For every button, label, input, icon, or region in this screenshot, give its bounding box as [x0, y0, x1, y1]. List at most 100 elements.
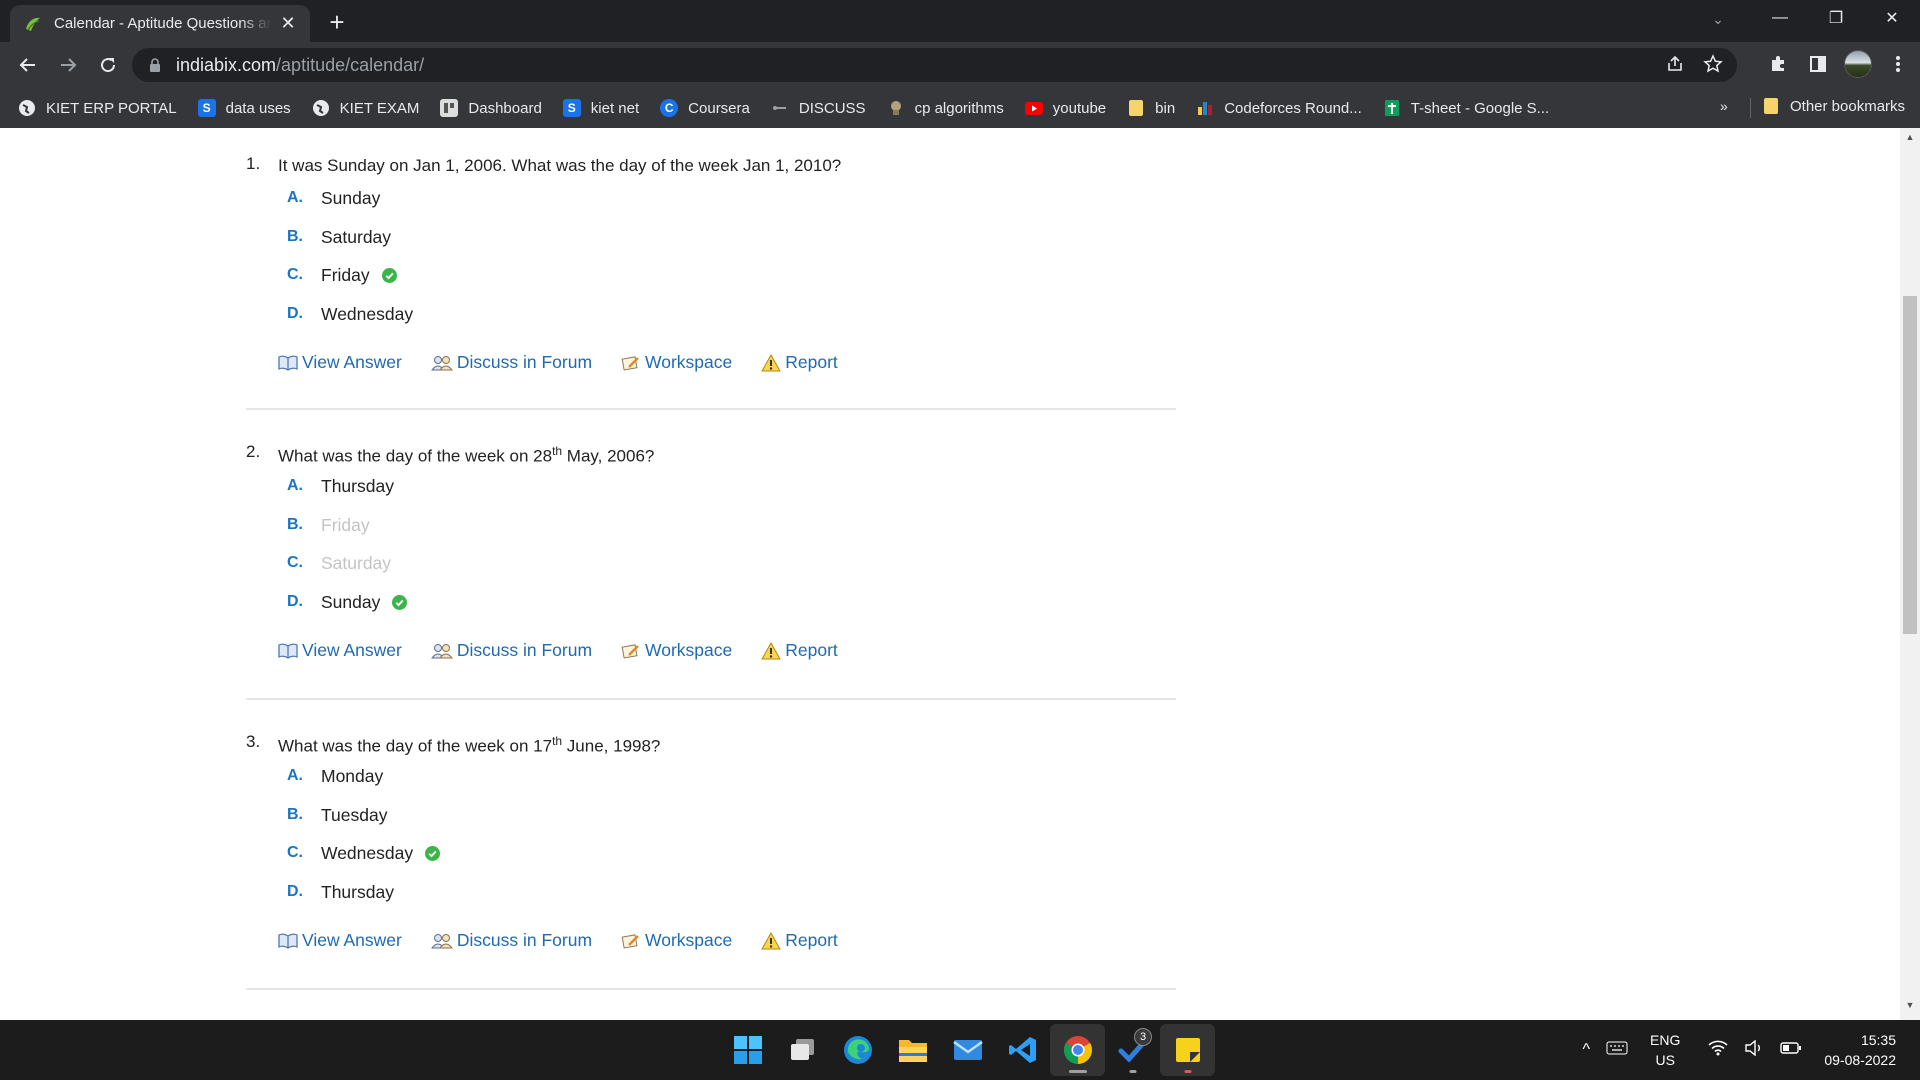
task-view-icon	[790, 1039, 814, 1060]
option-c[interactable]: C. Friday	[287, 265, 1176, 304]
reload-icon[interactable]	[88, 45, 128, 85]
report-link[interactable]: Report	[761, 930, 838, 951]
task-view-button[interactable]	[775, 1024, 830, 1076]
tab-close-icon[interactable]: ✕	[278, 13, 298, 34]
bookmark-kiet-exam[interactable]: KIET EXAM	[312, 99, 419, 117]
file-explorer-icon	[898, 1040, 927, 1062]
question-1: 1. It was Sunday on Jan 1, 2006. What wa…	[246, 154, 1176, 373]
tab-search-icon[interactable]: ⌄	[1706, 8, 1730, 30]
profile-avatar[interactable]	[1844, 48, 1872, 80]
option-c[interactable]: C. Saturday	[287, 553, 1176, 592]
sticky-notes-icon	[1175, 1038, 1200, 1062]
option-c[interactable]: C. Wednesday	[287, 843, 1176, 882]
option-b[interactable]: B. Tuesday	[287, 805, 1176, 844]
option-b[interactable]: B. Friday	[287, 515, 1176, 554]
more-bookmarks-chevron-icon[interactable]: »	[1720, 98, 1728, 114]
question-actions: View Answer Discuss in Forum Workspace R…	[278, 352, 1176, 373]
view-answer-link[interactable]: View Answer	[278, 640, 402, 661]
option-a[interactable]: A. Monday	[287, 766, 1176, 805]
bookmark-coursera[interactable]: C Coursera	[660, 99, 750, 117]
scroll-thumb[interactable]	[1903, 296, 1917, 634]
chevron-up-icon[interactable]: ^	[1583, 1041, 1591, 1059]
s-logo-icon: S	[197, 99, 216, 117]
option-a[interactable]: A. Thursday	[287, 476, 1176, 515]
back-arrow-icon[interactable]	[8, 45, 48, 85]
bookmark-dashboard[interactable]: Dashboard	[440, 99, 542, 117]
options-list: A. Sunday B. Saturday C. Friday D. Wednesday	[287, 188, 1176, 342]
report-link[interactable]: Report	[761, 640, 838, 661]
scroll-up-arrow-icon[interactable]: ▲	[1900, 132, 1920, 148]
wifi-icon[interactable]	[1708, 1040, 1728, 1061]
correct-check-icon	[425, 846, 441, 862]
vscode-icon	[1008, 1037, 1036, 1063]
report-link[interactable]: Report	[761, 352, 838, 373]
bookmark-kiet-erp-portal[interactable]: KIET ERP PORTAL	[18, 99, 177, 117]
bookmark-kiet-net[interactable]: S kiet net	[562, 99, 639, 117]
globe-icon	[312, 99, 330, 117]
vscode-button[interactable]	[995, 1024, 1050, 1076]
minimize-button[interactable]: —	[1752, 0, 1808, 36]
attention-indicator	[1184, 1070, 1191, 1073]
clock-time: 15:35	[1860, 1032, 1896, 1048]
address-bar[interactable]: indiabix.com/aptitude/calendar/	[132, 48, 1737, 82]
bookmark-bin[interactable]: bin	[1127, 99, 1175, 117]
bookmark-star-icon[interactable]	[1703, 54, 1723, 79]
other-bookmarks[interactable]: Other bookmarks	[1762, 97, 1905, 115]
restore-button[interactable]: ❐	[1808, 0, 1864, 36]
browser-toolbar: indiabix.com/aptitude/calendar/	[0, 42, 1920, 88]
bookmarks-divider	[1750, 98, 1751, 118]
workspace-link[interactable]: Workspace	[621, 640, 732, 661]
kebab-menu-icon[interactable]	[1884, 48, 1912, 80]
view-answer-link[interactable]: View Answer	[278, 352, 402, 373]
share-icon[interactable]	[1665, 54, 1685, 79]
dashboard-icon	[440, 99, 459, 117]
option-d[interactable]: D. Sunday	[287, 592, 1176, 631]
bookmark-cp-algorithms[interactable]: cp algorithms	[887, 99, 1004, 117]
bookmark-data-uses[interactable]: S data uses	[197, 99, 291, 117]
workspace-link[interactable]: Workspace	[621, 930, 732, 951]
edge-button[interactable]	[830, 1024, 885, 1076]
new-tab-button[interactable]: +	[322, 8, 352, 38]
keyboard-icon[interactable]	[1606, 1041, 1628, 1060]
page-scrollbar[interactable]: ▲ ▼	[1900, 128, 1920, 1020]
option-d[interactable]: D. Wednesday	[287, 304, 1176, 343]
scroll-down-arrow-icon[interactable]: ▼	[1900, 1000, 1920, 1016]
option-a[interactable]: A. Sunday	[287, 188, 1176, 227]
todo-button[interactable]: 3	[1105, 1024, 1160, 1076]
notification-badge: 3	[1134, 1028, 1152, 1046]
volume-icon[interactable]	[1744, 1039, 1764, 1061]
battery-icon[interactable]	[1780, 1041, 1802, 1060]
sticky-notes-button[interactable]	[1160, 1024, 1215, 1076]
discuss-in-forum-link[interactable]: Discuss in Forum	[430, 640, 592, 661]
bookmark-youtube[interactable]: youtube	[1024, 99, 1106, 117]
system-clock[interactable]: 15:35 09-08-2022	[1824, 1030, 1896, 1070]
chrome-icon	[1063, 1036, 1092, 1064]
file-explorer-button[interactable]	[885, 1024, 940, 1076]
discuss-in-forum-link[interactable]: Discuss in Forum	[430, 930, 592, 951]
bookmark-discuss[interactable]: DISCUSS	[771, 99, 866, 117]
side-panel-icon[interactable]	[1804, 48, 1832, 80]
workspace-link[interactable]: Workspace	[621, 352, 732, 373]
browser-tab[interactable]: Calendar - Aptitude Questions and Answer…	[10, 5, 310, 42]
book-icon	[278, 933, 298, 949]
discuss-in-forum-link[interactable]: Discuss in Forum	[430, 352, 592, 373]
forward-arrow-icon[interactable]	[48, 45, 88, 85]
option-b[interactable]: B. Saturday	[287, 227, 1176, 266]
close-window-button[interactable]: ✕	[1864, 0, 1920, 36]
browser-tab-strip: Calendar - Aptitude Questions and Answer…	[0, 0, 1920, 42]
users-icon	[430, 643, 453, 659]
language-indicator[interactable]: ENG US	[1650, 1030, 1680, 1070]
view-answer-link[interactable]: View Answer	[278, 930, 402, 951]
option-d[interactable]: D. Thursday	[287, 882, 1176, 921]
windows-taskbar: 3 ^ ENG US 15:35 09-08-2022	[0, 1020, 1920, 1080]
question-2: 2. What was the day of the week on 28th …	[246, 442, 1176, 661]
correct-check-icon	[381, 268, 397, 284]
bookmark-codeforces[interactable]: Codeforces Round...	[1196, 99, 1362, 117]
extensions-puzzle-icon[interactable]	[1764, 48, 1792, 80]
question-3: 3. What was the day of the week on 17th …	[246, 732, 1176, 951]
mail-button[interactable]	[940, 1024, 995, 1076]
start-button[interactable]	[720, 1024, 775, 1076]
chrome-button[interactable]	[1050, 1024, 1105, 1076]
bookmark-t-sheet[interactable]: T-sheet - Google S...	[1383, 99, 1549, 117]
book-icon	[278, 355, 298, 371]
